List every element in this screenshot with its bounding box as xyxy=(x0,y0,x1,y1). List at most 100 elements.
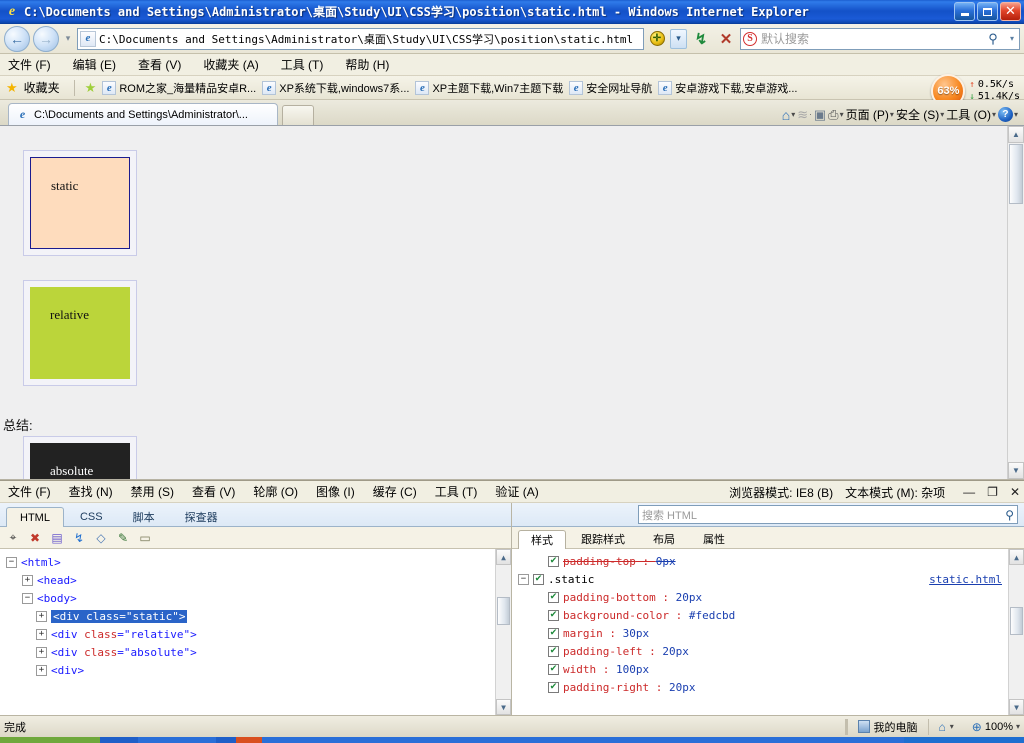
subtab-attributes[interactable]: 属性 xyxy=(690,529,738,548)
address-input[interactable]: C:\Documents and Settings\Administrator\… xyxy=(99,31,641,47)
browser-mode-label[interactable]: 浏览器模式: IE8 (B) xyxy=(729,484,833,501)
outline-icon[interactable]: ▭ xyxy=(136,529,154,547)
devtools-search-input[interactable]: 搜索 HTML xyxy=(642,507,1005,523)
devtools-menu-view[interactable]: 查看 (V) xyxy=(192,483,235,500)
page-vertical-scrollbar[interactable]: ▲ ▼ xyxy=(1007,126,1024,479)
tab-css[interactable]: CSS xyxy=(66,506,117,526)
recent-pages-button[interactable]: ▾ xyxy=(62,33,74,44)
add-to-favorites-icon[interactable]: ★ xyxy=(85,80,97,96)
page-menu-button[interactable]: 页面 (P) ▾ xyxy=(846,106,894,123)
css-source-file-link[interactable]: static.html xyxy=(929,573,1002,586)
menu-help[interactable]: 帮助 (H) xyxy=(345,56,389,73)
css-rule-selector-static[interactable]: − ✔ .static static.html xyxy=(518,570,1024,588)
tab-script[interactable]: 脚本 xyxy=(119,506,169,526)
scroll-up-icon[interactable]: ▲ xyxy=(1008,126,1024,143)
new-tab-button[interactable] xyxy=(282,105,314,125)
taskbar-start-button[interactable] xyxy=(0,737,100,743)
css-styles-list[interactable]: ✔ padding-top : 0px − ✔ .static static.h… xyxy=(512,549,1024,715)
devtools-search-box[interactable]: 搜索 HTML ⚲ xyxy=(638,505,1018,524)
expand-expander-icon[interactable]: + xyxy=(36,628,47,640)
magnifier-icon[interactable]: ⚲ xyxy=(1005,508,1014,522)
favorite-link-5[interactable]: e 安卓游戏下载,安卓游戏... xyxy=(658,80,797,96)
dom-tree-scrollbar[interactable]: ▲ ▼ xyxy=(495,549,511,715)
devtools-menu-tools[interactable]: 工具 (T) xyxy=(435,483,478,500)
menu-file[interactable]: 文件 (F) xyxy=(8,56,51,73)
devtools-menu-outline[interactable]: 轮廓 (O) xyxy=(253,483,298,500)
menu-view[interactable]: 查看 (V) xyxy=(138,56,181,73)
home-button[interactable]: ⌂ ▾ xyxy=(782,107,795,123)
css-declaration-margin[interactable]: ✔ margin : 30px xyxy=(518,624,1024,642)
refresh-icon[interactable]: ↯ xyxy=(70,529,88,547)
browser-tab-1[interactable]: e C:\Documents and Settings\Administrato… xyxy=(8,103,278,125)
css-declaration-background-color[interactable]: ✔ background-color : #fedcbd xyxy=(518,606,1024,624)
tab-html[interactable]: HTML xyxy=(6,507,64,527)
taskbar-tray[interactable] xyxy=(904,737,1024,743)
checkbox-checked-icon[interactable]: ✔ xyxy=(548,591,559,603)
collapse-expander-icon[interactable]: − xyxy=(6,556,17,568)
menu-edit[interactable]: 编辑 (E) xyxy=(73,56,116,73)
help-menu-button[interactable]: ? ▾ xyxy=(997,107,1018,122)
subtab-layout[interactable]: 布局 xyxy=(640,529,688,548)
safety-menu-button[interactable]: 安全 (S) ▾ xyxy=(896,106,944,123)
devtools-menu-find[interactable]: 查找 (N) xyxy=(69,483,113,500)
edit-icon[interactable]: ✎ xyxy=(114,529,132,547)
favorites-star-icon[interactable]: ★ xyxy=(6,80,18,96)
search-input[interactable]: 默认搜索 xyxy=(761,30,979,47)
menu-favorites[interactable]: 收藏夹 (A) xyxy=(203,56,258,73)
restore-button[interactable] xyxy=(977,2,998,21)
back-button[interactable]: ← xyxy=(4,25,30,52)
expand-expander-icon[interactable]: + xyxy=(22,574,33,586)
css-declaration-padding-top[interactable]: ✔ padding-top : 0px xyxy=(518,552,1024,570)
dom-node-div-absolute[interactable]: + <div class="absolute"> xyxy=(6,643,511,661)
dom-node-div-static[interactable]: + <div class="static"> xyxy=(6,607,511,625)
expand-expander-icon[interactable]: + xyxy=(36,664,47,676)
checkbox-checked-icon[interactable]: ✔ xyxy=(548,609,559,621)
minimize-button[interactable] xyxy=(954,2,975,21)
address-dropdown-button[interactable]: ▾ xyxy=(670,28,687,49)
collapse-expander-icon[interactable]: − xyxy=(22,592,33,604)
div-static[interactable]: static xyxy=(30,157,130,249)
devtools-menu-cache[interactable]: 缓存 (C) xyxy=(373,483,417,500)
checkbox-checked-icon[interactable]: ✔ xyxy=(548,645,559,657)
select-element-icon[interactable]: ⌖ xyxy=(4,529,22,547)
scroll-up-icon[interactable]: ▲ xyxy=(1009,549,1024,565)
search-icon[interactable]: ⚲ xyxy=(983,31,1003,47)
search-provider-caret-icon[interactable]: ▾ xyxy=(1007,34,1017,43)
expand-expander-icon[interactable]: + xyxy=(36,646,47,658)
dom-node-div[interactable]: + <div> xyxy=(6,661,511,679)
scrollbar-thumb[interactable] xyxy=(1009,144,1023,204)
scroll-up-icon[interactable]: ▲ xyxy=(496,549,511,565)
div-absolute[interactable]: absolute xyxy=(30,443,130,479)
address-bar[interactable]: e C:\Documents and Settings\Administrato… xyxy=(77,27,644,50)
dom-node-body[interactable]: − <body> xyxy=(6,589,511,607)
scrollbar-thumb[interactable] xyxy=(1010,607,1023,635)
checkbox-checked-icon[interactable]: ✔ xyxy=(533,573,544,585)
scrollbar-thumb[interactable] xyxy=(497,597,510,625)
stop-button[interactable]: ✕ xyxy=(715,28,737,50)
css-declaration-padding-right[interactable]: ✔ padding-right : 20px xyxy=(518,678,1024,696)
scroll-down-icon[interactable]: ▼ xyxy=(1009,699,1024,715)
devtools-menu-disable[interactable]: 禁用 (S) xyxy=(131,483,174,500)
favorite-link-3[interactable]: e XP主题下载,Win7主题下载 xyxy=(415,80,563,96)
checkbox-checked-icon[interactable]: ✔ xyxy=(548,681,559,693)
text-mode-label[interactable]: 文本模式 (M): 杂项 xyxy=(845,484,945,501)
favorite-link-1[interactable]: e ROM之家_海量精品安卓R... xyxy=(102,80,256,96)
chevron-down-icon[interactable]: ▾ xyxy=(1016,722,1020,731)
zoom-control[interactable]: ⊕ 100% ▾ xyxy=(964,720,1020,734)
dom-node-div-relative[interactable]: + <div class="relative"> xyxy=(6,625,511,643)
devtools-menu-file[interactable]: 文件 (F) xyxy=(8,483,51,500)
devtools-menu-images[interactable]: 图像 (I) xyxy=(316,483,355,500)
css-declaration-padding-left[interactable]: ✔ padding-left : 20px xyxy=(518,642,1024,660)
print-button[interactable]: ⎙ ▾ xyxy=(828,107,843,123)
favorite-link-2[interactable]: e XP系统下载,windows7系... xyxy=(262,80,409,96)
scroll-down-icon[interactable]: ▼ xyxy=(1008,462,1024,479)
search-box[interactable]: S 默认搜索 ⚲ ▾ xyxy=(740,27,1020,50)
checkbox-checked-icon[interactable]: ✔ xyxy=(548,555,559,567)
devtools-minimize-button[interactable]: — xyxy=(963,486,975,498)
view-source-icon[interactable]: ◇ xyxy=(92,529,110,547)
expand-expander-icon[interactable]: + xyxy=(36,610,47,622)
taskbar-item-1[interactable] xyxy=(138,737,216,743)
collapse-expander-icon[interactable]: − xyxy=(518,573,529,585)
clear-browser-cache-icon[interactable]: ✖ xyxy=(26,529,44,547)
forward-button[interactable]: → xyxy=(33,25,59,52)
